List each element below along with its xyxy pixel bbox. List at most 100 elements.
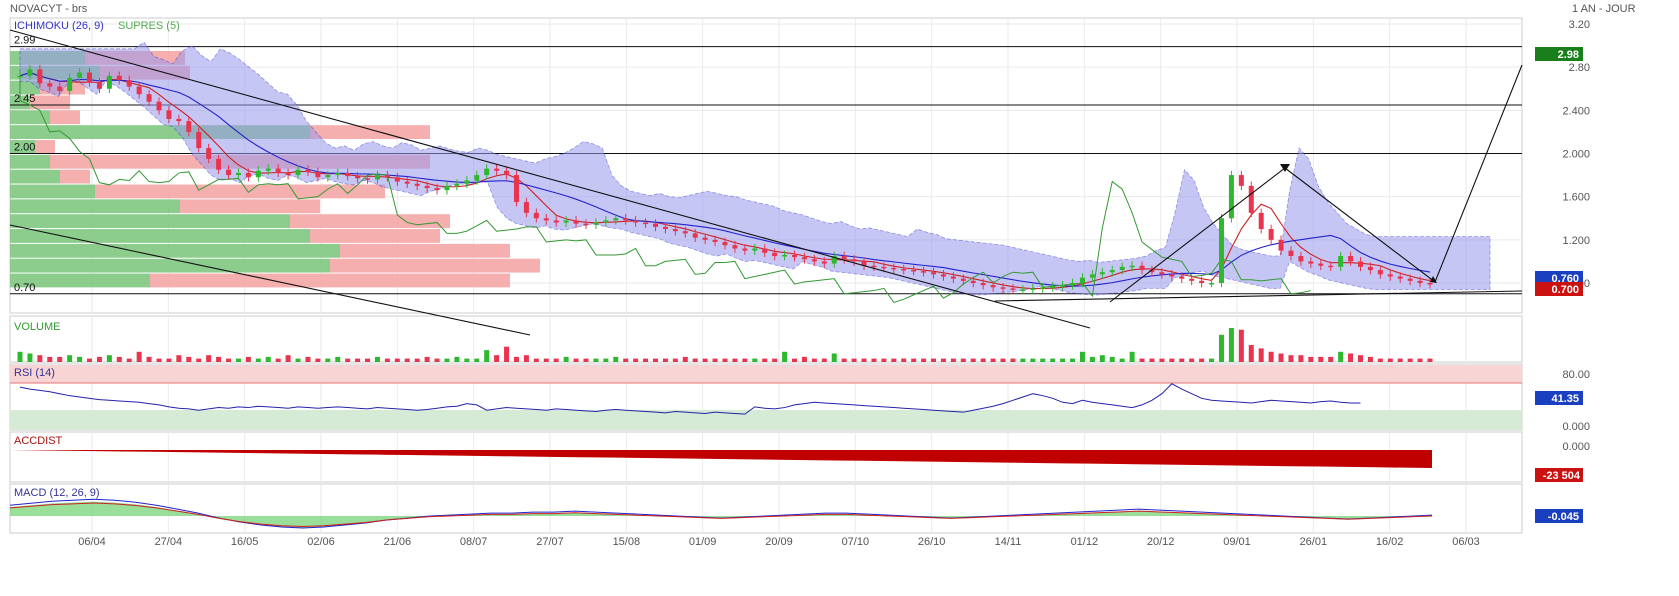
volume-profile-sell-bar (180, 199, 320, 214)
candle-body (374, 175, 380, 180)
candle-body (1089, 274, 1095, 278)
volume-bar (960, 358, 966, 362)
candle-body (106, 75, 112, 89)
volume-bar (1030, 358, 1036, 362)
volume-profile-buy-bar (10, 154, 50, 169)
volume-bar (1070, 358, 1076, 362)
volume-bar (931, 358, 937, 362)
volume-bar (1010, 358, 1016, 362)
candle-body (1209, 283, 1215, 285)
volume-bar (1268, 351, 1274, 362)
volume-bar (295, 358, 301, 362)
volume-bar (1209, 358, 1215, 362)
candle-body (394, 177, 400, 182)
candle-body (1040, 287, 1046, 289)
candle-body (1268, 229, 1274, 240)
candle-body (474, 175, 480, 181)
volume-bar (47, 356, 53, 362)
candle-body (464, 180, 470, 184)
volume-label: VOLUME (14, 321, 60, 333)
candle-body (712, 239, 718, 242)
candle-body (1139, 265, 1145, 271)
accdist-badge-label: -23 504 (1543, 470, 1581, 482)
candle-body (1179, 276, 1185, 279)
volume-bar (990, 358, 996, 362)
candle-body (1238, 175, 1244, 186)
volume-bar (394, 358, 400, 362)
volume-bar (583, 358, 589, 362)
volume-profile-buy-bar (10, 184, 95, 199)
candle-body (1338, 256, 1344, 267)
candle-body (801, 257, 807, 260)
rsi-label: RSI (14) (14, 367, 55, 379)
candle-body (1228, 175, 1234, 219)
volume-profile-sell-bar (310, 229, 440, 243)
candle-body (1328, 265, 1334, 268)
candle-body (1397, 276, 1403, 279)
candle-body (1218, 218, 1224, 283)
volume-profile-sell-bar (330, 258, 540, 273)
candle-body (563, 220, 569, 223)
panel-frame-1 (9, 315, 1523, 363)
candle-body (1417, 280, 1423, 283)
candle-body (1189, 278, 1195, 281)
volume-bar (305, 356, 311, 362)
chart-period[interactable]: 1 AN - JOUR (1572, 3, 1636, 15)
volume-bar (226, 358, 232, 362)
volume-profile-buy-bar (10, 199, 180, 214)
candle-body (543, 218, 549, 221)
candle-body (295, 169, 301, 176)
candle-body (315, 171, 321, 178)
candle-body (762, 248, 768, 253)
volume-bar (196, 358, 202, 362)
x-tick-label: 08/07 (460, 536, 488, 548)
x-tick-label: 26/10 (918, 536, 946, 548)
x-tick-label: 06/04 (78, 536, 106, 548)
candle-body (126, 80, 132, 87)
candle-body (960, 278, 966, 281)
candle-body (1377, 270, 1383, 275)
candle-body (1348, 256, 1354, 262)
volume-bar (444, 358, 450, 362)
supres-legend: SUPRES (5) (118, 20, 180, 32)
accdist-label: ACCDIST (14, 435, 63, 447)
volume-bar (702, 358, 708, 362)
candle-body (1050, 286, 1056, 288)
candle-body (1159, 272, 1165, 275)
price-tick-label: 2.000 (1562, 149, 1590, 161)
candle-body (67, 77, 73, 91)
volume-bar (1248, 345, 1254, 362)
candle-body (1357, 261, 1363, 267)
volume-bar (1040, 358, 1046, 362)
candle-body (1258, 212, 1264, 230)
candle-body (345, 172, 351, 177)
volume-bar (1149, 358, 1155, 362)
candle-body (940, 274, 946, 277)
candle-body (553, 220, 559, 223)
volume-bar (146, 356, 152, 362)
candle-body (176, 118, 182, 122)
volume-bar (841, 358, 847, 362)
candle-body (702, 237, 708, 240)
volume-bar (742, 358, 748, 362)
volume-bar (623, 358, 629, 362)
candle-body (672, 229, 678, 232)
candle-body (116, 75, 122, 81)
volume-bar (891, 358, 897, 362)
candle-body (911, 270, 917, 272)
candle-body (77, 72, 83, 78)
volume-bar (1348, 353, 1354, 362)
candle-body (27, 69, 33, 76)
candle-body (1367, 266, 1373, 271)
volume-bar (235, 358, 241, 362)
volume-bar (365, 358, 371, 362)
candle-body (1407, 278, 1413, 281)
candle-body (980, 283, 986, 286)
volume-bar (1238, 329, 1244, 362)
x-tick-label: 15/08 (613, 536, 641, 548)
volume-bar (1308, 356, 1314, 362)
volume-bar (762, 358, 768, 362)
volume-bar (672, 358, 678, 362)
volume-bar (792, 358, 798, 362)
candle-body (1169, 274, 1175, 277)
